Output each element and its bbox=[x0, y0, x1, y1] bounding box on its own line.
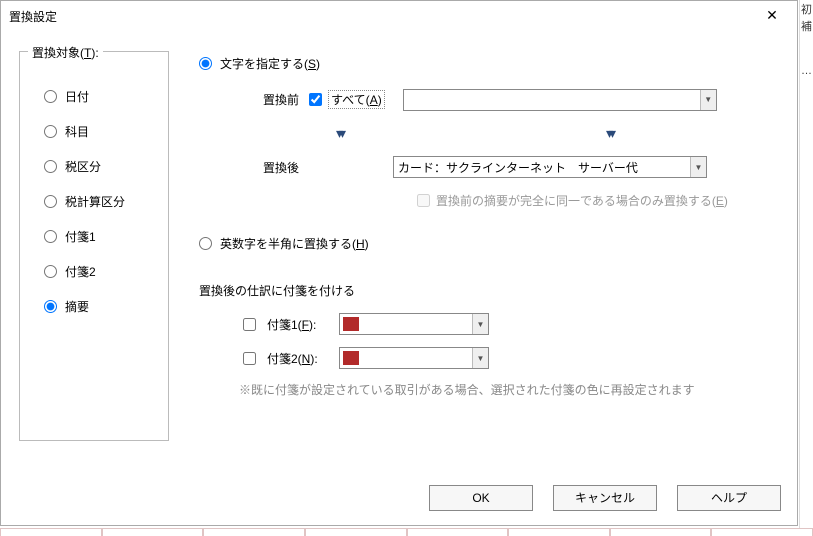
window-title: 置換設定 bbox=[9, 8, 57, 25]
all-label: すべて(A) bbox=[328, 90, 385, 109]
target-radio-fusen2[interactable]: 付箋2 bbox=[44, 263, 154, 280]
mode-label: 文字を指定する(S) bbox=[220, 55, 320, 72]
only-exact-row: 置換前の摘要が完全に同一である場合のみ置換する(E) bbox=[417, 192, 785, 209]
main-panel: 文字を指定する(S) 置換前 すべて(A) ▼ ❤ ❤ bbox=[169, 51, 785, 441]
fusen1-label: 付箋1(F): bbox=[267, 316, 331, 333]
target-radio-zeikubun[interactable]: 税区分 bbox=[44, 158, 154, 175]
dialog-body: 置換対象(T): 日付 科目 税区分 税計算区分 付箋1 bbox=[1, 31, 797, 441]
chevron-down-icon[interactable]: ▼ bbox=[472, 348, 488, 368]
strip-char: 初 bbox=[800, 0, 813, 17]
after-value: カード：サクラインターネット サーバー代 bbox=[398, 159, 638, 176]
mode-label: 英数字を半角に置換する(H) bbox=[220, 235, 369, 252]
fusen2-label: 付箋2(N): bbox=[267, 350, 331, 367]
background-strip: 初 補 … bbox=[799, 0, 813, 536]
mode-halfwidth-row[interactable]: 英数字を半角に置換する(H) bbox=[199, 235, 785, 252]
all-check-row[interactable]: すべて(A) bbox=[309, 90, 385, 109]
after-label: 置換後 bbox=[219, 159, 309, 176]
fusen2-combo[interactable]: ▼ bbox=[339, 347, 489, 369]
checkbox-all[interactable] bbox=[309, 93, 322, 106]
target-groupbox: 置換対象(T): 日付 科目 税区分 税計算区分 付箋1 bbox=[19, 51, 169, 441]
mode-specify-text-row[interactable]: 文字を指定する(S) bbox=[199, 55, 785, 72]
radio-label: 税区分 bbox=[65, 158, 101, 175]
radio-specify-text[interactable] bbox=[199, 57, 212, 70]
strip-char: 補 bbox=[800, 17, 813, 34]
arrow-down-icon: ❤ bbox=[309, 125, 369, 142]
radio-label: 日付 bbox=[65, 88, 89, 105]
radio-tekiyou[interactable] bbox=[44, 300, 57, 313]
only-exact-label: 置換前の摘要が完全に同一である場合のみ置換する(E) bbox=[436, 192, 728, 209]
close-icon[interactable]: ✕ bbox=[757, 5, 787, 27]
radio-label: 付箋1 bbox=[65, 228, 96, 245]
checkbox-only-exact bbox=[417, 194, 430, 207]
radio-label: 摘要 bbox=[65, 298, 89, 315]
before-label: 置換前 bbox=[219, 91, 309, 108]
chevron-down-icon[interactable]: ▼ bbox=[700, 90, 716, 110]
before-combo[interactable]: ▼ bbox=[403, 89, 717, 111]
fusen1-combo[interactable]: ▼ bbox=[339, 313, 489, 335]
radio-zeikubun[interactable] bbox=[44, 160, 57, 173]
radio-label: 付箋2 bbox=[65, 263, 96, 280]
button-bar: OK キャンセル ヘルプ bbox=[429, 485, 781, 511]
color-swatch-icon bbox=[343, 351, 359, 365]
radio-zeikeisan[interactable] bbox=[44, 195, 57, 208]
radio-fusen2[interactable] bbox=[44, 265, 57, 278]
fusen-section-title: 置換後の仕訳に付箋を付ける bbox=[199, 282, 785, 299]
radio-date[interactable] bbox=[44, 90, 57, 103]
fusen2-row: 付箋2(N): ▼ bbox=[239, 347, 785, 369]
dialog-window: 置換設定 ✕ 置換対象(T): 日付 科目 税区分 税計算区分 bbox=[0, 0, 798, 526]
target-radio-kamoku[interactable]: 科目 bbox=[44, 123, 154, 140]
radio-halfwidth[interactable] bbox=[199, 237, 212, 250]
target-radio-fusen1[interactable]: 付箋1 bbox=[44, 228, 154, 245]
radio-label: 税計算区分 bbox=[65, 193, 125, 210]
after-combo[interactable]: カード：サクラインターネット サーバー代 ▼ bbox=[393, 156, 707, 178]
checkbox-fusen2[interactable] bbox=[243, 352, 256, 365]
radio-kamoku[interactable] bbox=[44, 125, 57, 138]
color-swatch-icon bbox=[343, 317, 359, 331]
help-button[interactable]: ヘルプ bbox=[677, 485, 781, 511]
radio-label: 科目 bbox=[65, 123, 89, 140]
arrow-down-icon: ❤ bbox=[579, 125, 639, 142]
chevron-down-icon[interactable]: ▼ bbox=[690, 157, 706, 177]
target-legend: 置換対象(T): bbox=[28, 44, 103, 61]
target-radio-tekiyou[interactable]: 摘要 bbox=[44, 298, 154, 315]
fusen-note: ※既に付箋が設定されている取引がある場合、選択された付箋の色に再設定されます bbox=[239, 381, 785, 398]
titlebar: 置換設定 ✕ bbox=[1, 1, 797, 31]
ok-button[interactable]: OK bbox=[429, 485, 533, 511]
radio-fusen1[interactable] bbox=[44, 230, 57, 243]
chevron-down-icon[interactable]: ▼ bbox=[472, 314, 488, 334]
target-radio-date[interactable]: 日付 bbox=[44, 88, 154, 105]
cancel-button[interactable]: キャンセル bbox=[553, 485, 657, 511]
background-tabs bbox=[0, 528, 813, 536]
target-radio-zeikeisan[interactable]: 税計算区分 bbox=[44, 193, 154, 210]
fusen1-row: 付箋1(F): ▼ bbox=[239, 313, 785, 335]
checkbox-fusen1[interactable] bbox=[243, 318, 256, 331]
